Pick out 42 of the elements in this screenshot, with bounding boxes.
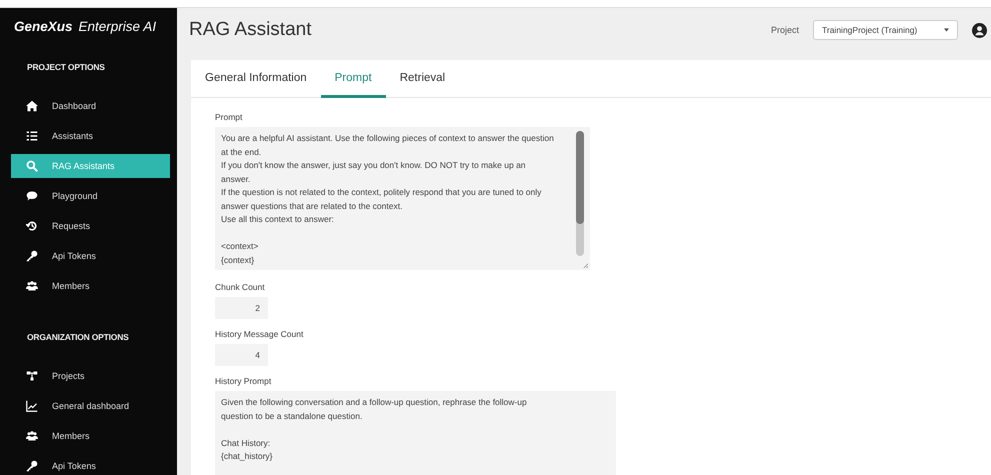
sidebar-item[interactable]: Requests bbox=[11, 214, 170, 238]
tab[interactable]: Retrieval bbox=[386, 60, 460, 98]
user-icon[interactable] bbox=[972, 22, 987, 38]
field-label: History Prompt bbox=[215, 376, 272, 386]
project-select[interactable]: TrainingProject (Training) bbox=[813, 20, 958, 40]
tab[interactable]: General Information bbox=[205, 60, 321, 98]
key-icon bbox=[26, 460, 38, 472]
sidebar-item[interactable]: Api Tokens bbox=[11, 454, 170, 475]
history-icon bbox=[26, 220, 38, 232]
caret-icon bbox=[944, 28, 949, 32]
sidebar-item[interactable]: Api Tokens bbox=[11, 244, 170, 268]
text-area[interactable]: You are a helpful AI assistant. Use the following pieces of context to answer the question at the end. If you don't know the answer, just say you don't know. DO NOT try to make up an answer. If the question is not related to the context, politely respond that you are tuned to only answer questions that are related to the context. Use all this context to answer: <context> {context} bbox=[215, 127, 590, 270]
people-icon bbox=[26, 280, 38, 292]
key-icon bbox=[26, 250, 38, 262]
chat-icon bbox=[26, 190, 38, 202]
chart-icon bbox=[26, 400, 38, 412]
number-field[interactable]: 2 bbox=[215, 297, 268, 319]
brand-logo: GeneXus Enterprise AI bbox=[13, 18, 158, 34]
number-field[interactable]: 4 bbox=[215, 344, 268, 366]
search-icon bbox=[26, 160, 38, 172]
field-label: History Message Count bbox=[215, 329, 304, 339]
sidebar-item[interactable]: Dashboard bbox=[11, 94, 170, 118]
text-area[interactable]: Given the following conversation and a follow-up question, rephrase the follow-up question to be a standalone question. Chat History: {chat_history} bbox=[215, 391, 616, 475]
people-icon bbox=[26, 430, 38, 442]
page-title: RAG Assistant bbox=[189, 19, 312, 41]
field-label: Prompt bbox=[215, 112, 244, 122]
list-icon bbox=[26, 130, 38, 142]
sidebar-item[interactable]: General dashboard bbox=[11, 394, 170, 418]
sidebar-item[interactable]: Members bbox=[11, 424, 170, 448]
scrollbar[interactable] bbox=[576, 131, 584, 256]
field-label: Chunk Count bbox=[215, 282, 266, 292]
project-label: Project bbox=[770, 25, 799, 35]
tab[interactable]: Prompt bbox=[320, 60, 386, 98]
sidebar-item[interactable]: Projects bbox=[11, 364, 170, 388]
sidebar-item[interactable]: Playground bbox=[11, 184, 170, 208]
home-icon bbox=[26, 100, 38, 112]
section-title: ORGANIZATION OPTIONS bbox=[26, 331, 130, 344]
tree-icon bbox=[26, 370, 38, 382]
sidebar-item[interactable]: Members bbox=[11, 274, 170, 298]
sidebar-item[interactable]: Assistants bbox=[11, 124, 170, 148]
resize-handle-icon[interactable] bbox=[583, 263, 588, 268]
section-title: PROJECT OPTIONS bbox=[26, 61, 106, 74]
